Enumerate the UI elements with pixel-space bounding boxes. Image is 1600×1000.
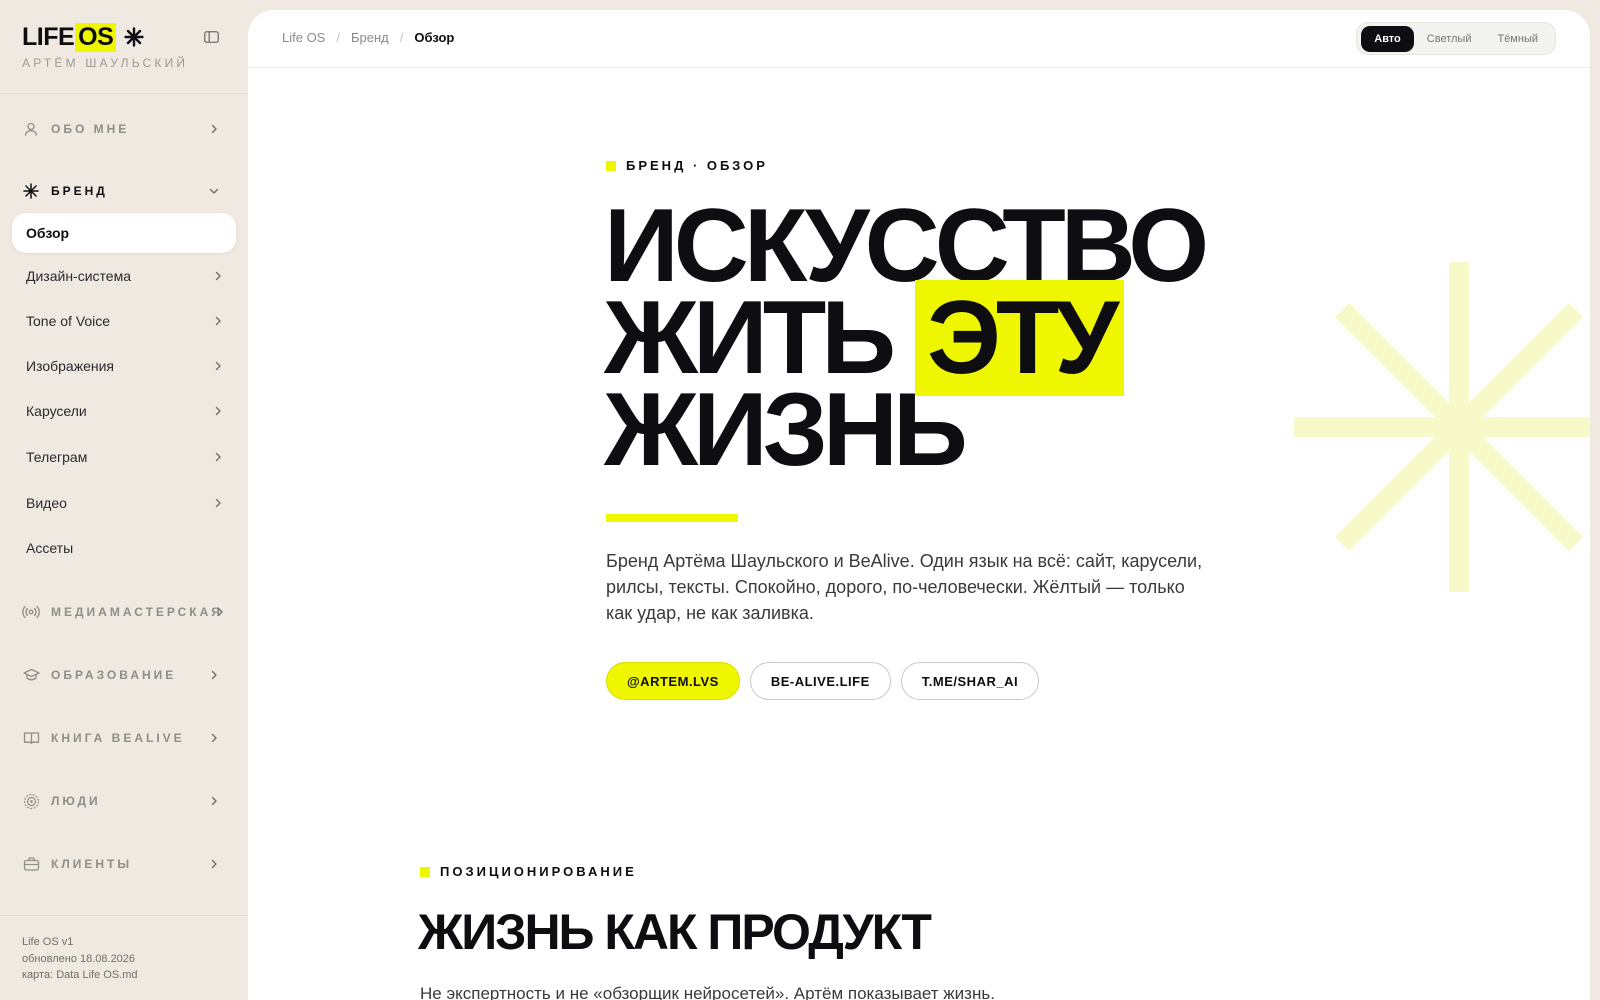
breadcrumb-separator: / [399,30,404,45]
book-icon [22,729,40,747]
sidebar-section-label: БРЕНД [51,184,108,198]
sidebar-section-brand[interactable]: БРЕНД [22,179,232,203]
positioning-kicker: ПОЗИЦИОНИРОВАНИЕ [420,864,637,879]
positioning-title: ЖИЗНЬ КАК ПРОДУКТ [418,904,932,960]
sidebar-section-label: КЛИЕНТЫ [51,857,133,871]
theme-option-dark[interactable]: Тёмный [1484,26,1551,52]
chevron-right-icon [217,607,223,617]
sidebar-item-overview[interactable]: Обзор [12,213,236,253]
hero-accent-rule [606,514,738,522]
chevron-right-icon [215,406,221,416]
version-text: Life OS v1 [22,936,74,948]
breadcrumb-separator: / [336,30,340,45]
sidebar-section-media[interactable]: МЕДИАМАСТЕРСКАЯ [22,600,232,624]
sidebar-footer: Life OS v1 обновлено 18.08.2026 карта: D… [22,934,138,984]
hero-kicker-text: БРЕНД · ОБЗОР [626,158,768,173]
link-instagram-button[interactable]: @ARTEM.LVS [606,662,740,700]
link-website-button[interactable]: BE-ALIVE.LIFE [749,662,891,700]
sidebar-item-label: Ассеты [26,540,74,556]
chevron-right-icon [215,498,221,508]
chevron-right-icon [211,670,217,680]
sidebar-section-label: МЕДИАМАСТЕРСКАЯ [51,605,223,619]
sidebar-item-design-system[interactable]: Дизайн-система [12,256,236,296]
logo[interactable]: LIFE OS [22,22,188,52]
hero-title-line-3: ЖИЗНЬ [604,372,968,488]
logo-life-text: LIFE [22,22,75,51]
sidebar-item-label: Карусели [26,403,87,419]
hero-title-line-1: ИСКУССТВО [604,188,1209,304]
chevron-right-icon [211,733,217,743]
app-root: LIFE OS АРТЁМ ШАУЛЬСКИЙ ОБО МНЕ БРЕНД Об… [0,0,1600,1000]
hero-description: Бренд Артёма Шаульского и BeAlive. Один … [606,551,1203,623]
sidebar-section-education[interactable]: ОБРАЗОВАНИЕ [22,663,232,687]
breadcrumb-item-life-os[interactable]: Life OS [282,30,325,45]
link-telegram-button[interactable]: T.ME/SHAR_AI [900,662,1040,700]
sidebar-section-label: ОБРАЗОВАНИЕ [51,668,177,682]
map-text: карта: Data Life OS.md [22,969,138,981]
sidebar-footer-divider [0,915,248,916]
breadcrumb-item-brand[interactable]: Бренд [351,30,389,45]
sidebar-item-telegram[interactable]: Телеграм [12,437,236,477]
sidebar-toggle-button[interactable] [200,28,222,46]
sidebar-item-video[interactable]: Видео [12,483,236,523]
brand-block: LIFE OS АРТЁМ ШАУЛЬСКИЙ [22,22,188,70]
kicker-square [606,160,616,171]
sidebar-item-label: Видео [26,495,67,511]
positioning-kicker-text: ПОЗИЦИОНИРОВАНИЕ [440,864,637,879]
topbar: Life OS / Бренд / Обзор Авто Светлый Тём… [248,10,1590,68]
decorative-asterisk-icon [1294,262,1590,592]
owner-name: АРТЁМ ШАУЛЬСКИЙ [22,56,189,70]
updated-text: обновлено 18.08.2026 [22,952,136,965]
theme-option-light[interactable]: Светлый [1414,26,1485,52]
sidebar-section-people[interactable]: ЛЮДИ [22,789,232,813]
graduation-cap-icon [22,666,40,684]
asterisk-icon [22,182,40,200]
sidebar-section-label: КНИГА BEALIVE [51,731,185,745]
chevron-right-icon [215,271,221,281]
hero-title: ИСКУССТВО ЖИТЬ ЭТУ ЖИЗНЬ [604,188,1209,488]
broadcast-icon [22,603,40,621]
sidebar-item-label: Tone of Voice [26,313,111,329]
logo-os-text: OS [75,22,117,52]
theme-option-auto[interactable]: Авто [1361,25,1414,52]
sidebar: LIFE OS АРТЁМ ШАУЛЬСКИЙ ОБО МНЕ БРЕНД Об… [0,0,248,1000]
asterisk-icon [124,27,144,47]
sidebar-section-label: ЛЮДИ [51,794,101,808]
main-content: Life OS / Бренд / Обзор Авто Светлый Тём… [248,10,1590,1000]
theme-switcher: Авто Светлый Тёмный [1356,22,1556,55]
chevron-right-icon [215,361,221,371]
chevron-down-icon [209,188,219,194]
sidebar-section-clients[interactable]: КЛИЕНТЫ [22,852,232,876]
sidebar-section-book[interactable]: КНИГА BEALIVE [22,726,232,750]
chevron-right-icon [215,316,221,326]
sidebar-item-label: Изображения [26,358,114,374]
sidebar-item-label: Дизайн-система [26,268,131,284]
sidebar-section-about[interactable]: ОБО МНЕ [22,117,232,141]
sidebar-item-images[interactable]: Изображения [12,346,236,386]
briefcase-icon [22,855,40,873]
people-icon [22,792,40,810]
chevron-right-icon [211,859,217,869]
hero-title-line-2: ЖИТЬ ЭТУ [604,280,1204,396]
chevron-right-icon [211,796,217,806]
chevron-right-icon [215,452,221,462]
sidebar-item-label: Телеграм [26,449,88,465]
user-icon [22,120,40,138]
sidebar-item-assets[interactable]: Ассеты [12,528,236,568]
sidebar-item-label: Обзор [26,225,70,241]
social-links: @ARTEM.LVS BE-ALIVE.LIFE T.ME/SHAR_AI [606,662,1049,700]
breadcrumb: Life OS / Бренд / Обзор [282,30,454,45]
sidebar-divider [0,93,248,94]
chevron-right-icon [211,124,217,134]
sidebar-panel-icon [203,31,219,43]
sidebar-item-tone-of-voice[interactable]: Tone of Voice [12,301,236,341]
hero-kicker: БРЕНД · ОБЗОР [606,158,768,173]
sidebar-item-carousels[interactable]: Карусели [12,391,236,431]
breadcrumb-item-current: Обзор [414,30,455,45]
sidebar-section-label: ОБО МНЕ [51,122,130,136]
kicker-square [420,866,430,877]
positioning-text: Не экспертность и не «обзорщик нейросете… [420,984,995,1000]
